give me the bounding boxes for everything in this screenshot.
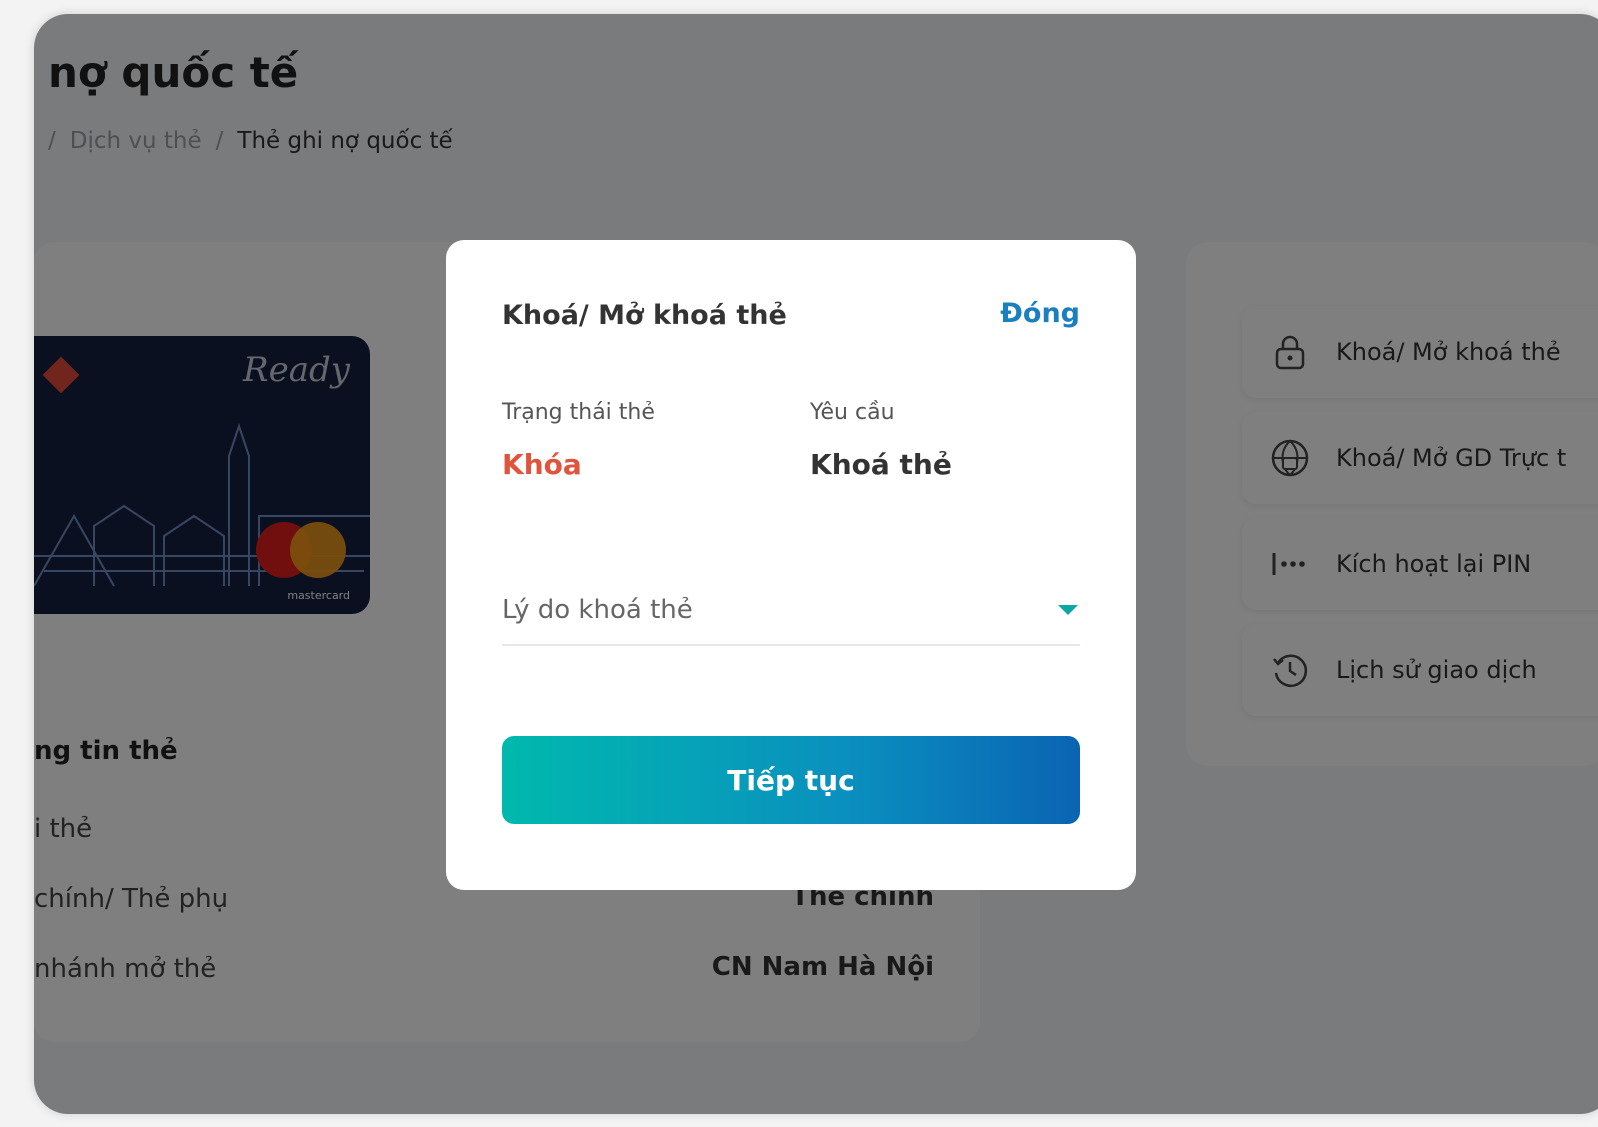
status-value: Khóa — [502, 448, 582, 481]
request-label: Yêu cầu — [810, 400, 895, 425]
lock-reason-placeholder: Lý do khoá thẻ — [502, 595, 693, 625]
dialog-title: Khoá/ Mở khoá thẻ — [502, 300, 787, 331]
close-button[interactable]: Đóng — [1000, 298, 1080, 329]
chevron-down-icon — [1058, 605, 1078, 615]
status-label: Trạng thái thẻ — [502, 400, 655, 425]
request-value: Khoá thẻ — [810, 448, 952, 481]
app-window: nợ quốc tế / Dịch vụ thẻ / Thẻ ghi nợ qu… — [34, 14, 1598, 1114]
continue-button[interactable]: Tiếp tục — [502, 736, 1080, 824]
lock-reason-select[interactable]: Lý do khoá thẻ — [502, 576, 1080, 646]
lock-card-dialog: Khoá/ Mở khoá thẻ Đóng Trạng thái thẻ Kh… — [446, 240, 1136, 890]
